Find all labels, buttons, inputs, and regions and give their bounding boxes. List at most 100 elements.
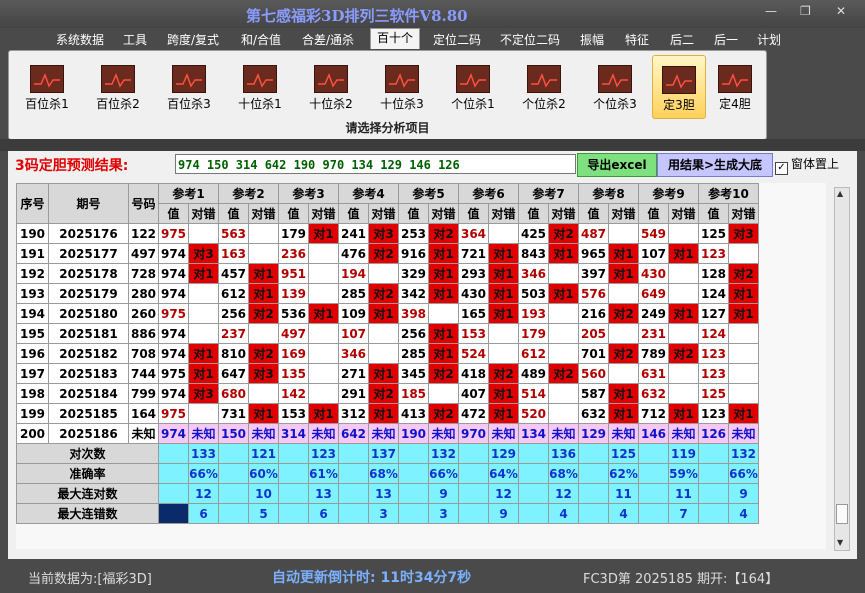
ref-hit-cell <box>548 383 579 404</box>
menu-item-system-data[interactable]: 系统数据 <box>50 30 110 49</box>
ref-hit-cell: 对2 <box>488 363 519 384</box>
ribbon-button-hundreds-kill-2[interactable]: 百位杀2 <box>87 55 149 117</box>
ref-hit-cell <box>428 383 459 404</box>
scroll-thumb[interactable] <box>836 504 848 524</box>
ref-value-cell: 916 <box>398 243 429 264</box>
ref-hit-cell: 对2 <box>548 363 579 384</box>
ref-hit-cell <box>308 243 339 264</box>
ref-hit-cell <box>248 323 279 344</box>
table-row[interactable]: 192 2025178 728 974 对1 457 对1 951 194 329 对1 293 对1 3… <box>16 263 759 284</box>
ref-hit-cell: 对2 <box>428 223 459 244</box>
ref-hit-cell: 对2 <box>548 223 579 244</box>
ref-value-cell: 951 <box>278 263 309 284</box>
menu-item-sum[interactable]: 和/合值 <box>235 30 287 49</box>
menu-item-span[interactable]: 跨度/复式 <box>161 30 225 49</box>
ribbon-panel: 百位杀1 百位杀2 百位杀3 十位杀1 十位杀2 十位杀3 个位杀1 个位杀2 … <box>8 50 767 140</box>
generate-base-button[interactable]: 用结果>生成大底 <box>657 153 773 177</box>
row-issue: 2025181 <box>48 323 129 344</box>
ref-hit-cell <box>488 223 519 244</box>
pending-value-cell: 642 <box>338 423 369 444</box>
ref-value-cell: 563 <box>218 223 249 244</box>
table-row[interactable]: 195 2025181 886 974 237 497 107 256 对1 153 179 205 2… <box>16 323 759 344</box>
ref-hit-cell <box>608 363 639 384</box>
close-icon[interactable]: ✕ <box>836 4 846 18</box>
ref-value-cell: 398 <box>398 303 429 324</box>
row-number: 886 <box>128 323 159 344</box>
stats-spacer-cell <box>638 483 669 504</box>
header-ref-group: 参考9 <box>638 183 699 204</box>
prediction-result-field[interactable]: 974 150 314 642 190 970 134 129 146 126 <box>175 154 576 174</box>
stats-value-cell: 64% <box>488 463 519 484</box>
ribbon-button-fix-4-gall[interactable]: 定4胆 <box>707 55 763 117</box>
stats-spacer-cell <box>458 503 489 524</box>
ribbon-button-hundreds-kill-3[interactable]: 百位杀3 <box>158 55 220 117</box>
table-row[interactable]: 193 2025179 280 974 612 对1 139 285 对2 342 对1 430 对1 5… <box>16 283 759 304</box>
table-row[interactable]: 199 2025185 164 975 731 对1 153 对1 312 对1 413 对2 472 对… <box>16 403 759 424</box>
stats-spacer-cell <box>458 443 489 464</box>
pending-hit-cell: 未知 <box>188 423 219 444</box>
table-row[interactable]: 197 2025183 744 975 对1 647 对3 135 271 对1 345 对2 418 对… <box>16 363 759 384</box>
ref-hit-cell: 对1 <box>608 243 639 264</box>
row-number: 260 <box>128 303 159 324</box>
header-ref-group: 参考5 <box>398 183 459 204</box>
ribbon-button-units-kill-2[interactable]: 个位杀2 <box>513 55 575 117</box>
ref-value-cell: 125 <box>698 223 729 244</box>
ref-hit-cell <box>248 383 279 404</box>
header-hit: 对错 <box>668 203 699 224</box>
ribbon-button-tens-kill-2[interactable]: 十位杀2 <box>300 55 362 117</box>
menu-item-amplitude[interactable]: 振幅 <box>574 30 610 49</box>
menu-item-feature[interactable]: 特征 <box>619 30 655 49</box>
ref-value-cell: 153 <box>278 403 309 424</box>
ref-hit-cell: 对1 <box>488 263 519 284</box>
scroll-down-icon[interactable]: ▼ <box>837 538 843 547</box>
scroll-up-icon[interactable]: ▲ <box>837 189 843 198</box>
table-row[interactable]: 190 2025176 122 975 563 179 对1 241 对3 253 对2 364 425… <box>16 223 759 244</box>
ref-hit-cell <box>368 263 399 284</box>
table-row[interactable]: 191 2025177 497 974 对3 163 236 476 对2 916 对1 721 对1 8… <box>16 243 759 264</box>
export-excel-button[interactable]: 导出excel <box>577 153 657 177</box>
menu-item-nonposition-two[interactable]: 不定位二码 <box>494 30 566 49</box>
menu-item-last-one[interactable]: 后一 <box>708 30 744 49</box>
ribbon-button-units-kill-3[interactable]: 个位杀3 <box>584 55 646 117</box>
ribbon-button-hundreds-kill-1[interactable]: 百位杀1 <box>16 55 78 117</box>
table-row[interactable]: 198 2025184 799 974 对3 680 142 291 对2 185 407 对1 514… <box>16 383 759 404</box>
ref-hit-cell: 对1 <box>368 363 399 384</box>
header-hit: 对错 <box>548 203 579 224</box>
stats-spacer-cell <box>698 443 729 464</box>
ribbon-caption: 请选择分析项目 <box>345 121 430 135</box>
ribbon-button-tens-kill-1[interactable]: 十位杀1 <box>229 55 291 117</box>
topmost-checkbox[interactable]: ✓ 窗体置上 <box>775 155 839 175</box>
menu-item-position-two[interactable]: 定位二码 <box>427 30 487 49</box>
ref-hit-cell: 对3 <box>188 383 219 404</box>
menu-item-plan[interactable]: 计划 <box>751 30 787 49</box>
ref-hit-cell: 对2 <box>428 403 459 424</box>
ref-value-cell: 503 <box>518 283 549 304</box>
ref-hit-cell: 对1 <box>188 263 219 284</box>
stats-value-cell: 6 <box>308 503 339 524</box>
menu-item-tools[interactable]: 工具 <box>117 30 153 49</box>
menu-item-diff[interactable]: 合差/通杀 <box>296 30 360 49</box>
ref-hit-cell <box>668 283 699 304</box>
menu-item-last-two[interactable]: 后二 <box>664 30 700 49</box>
chart-icon <box>172 65 206 93</box>
minimize-icon[interactable]: — <box>765 4 777 18</box>
stats-spacer-cell <box>518 483 549 504</box>
stats-value-cell: 129 <box>488 443 519 464</box>
ribbon-button-fix-3-gall[interactable]: 定3胆 <box>652 55 706 119</box>
row-number: 280 <box>128 283 159 304</box>
vertical-scrollbar[interactable]: ▲ ▼ <box>834 187 850 551</box>
stats-spacer-cell <box>398 443 429 464</box>
row-seq: 190 <box>16 223 49 244</box>
status-bar: 当前数据为:[福彩3D] 自动更新倒计时: 11时34分7秒 FC3D第 202… <box>0 559 865 593</box>
ref-hit-cell: 对1 <box>668 303 699 324</box>
table-row[interactable]: 194 2025180 260 975 256 对2 536 对1 109 对1 398 165 对1 1… <box>16 303 759 324</box>
ribbon-button-units-kill-1[interactable]: 个位杀1 <box>442 55 504 117</box>
ref-value-cell: 489 <box>518 363 549 384</box>
table-row[interactable]: 196 2025182 708 974 对1 810 对2 169 346 285 对1 524 612… <box>16 343 759 364</box>
stats-value-cell: 68% <box>548 463 579 484</box>
pending-row[interactable]: 200 2025186 未知 974 未知 150 未知 314 未知 642 未知 190 未知 970… <box>16 423 759 444</box>
menu-item-hundreds-tens-units[interactable]: 百十个 <box>370 28 421 49</box>
stats-value-cell: 132 <box>728 443 759 464</box>
ribbon-button-tens-kill-3[interactable]: 十位杀3 <box>371 55 433 117</box>
maximize-icon[interactable]: ❐ <box>800 4 811 18</box>
